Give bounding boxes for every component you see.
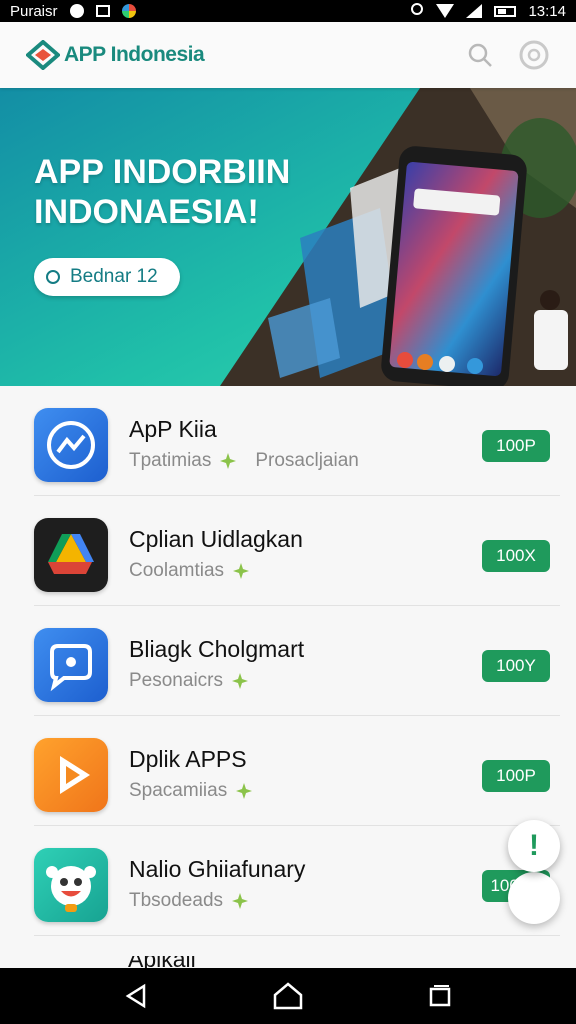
list-item[interactable]: Dplik APPS Spacamiias 100P	[34, 716, 560, 826]
messenger-icon	[34, 408, 108, 482]
search-button[interactable]	[464, 39, 496, 71]
notification-icon	[69, 4, 84, 18]
back-button[interactable]	[116, 976, 156, 1016]
wifi-icon	[436, 4, 455, 18]
list-item[interactable]: Bliagk Cholgmart Pesonaicrs 100Y	[34, 606, 560, 716]
app-category-label: Tbsodeads	[129, 890, 224, 911]
play-icon	[34, 738, 108, 812]
sparkle-icon	[220, 453, 237, 469]
recents-button[interactable]	[420, 976, 460, 1016]
sparkle-icon	[232, 893, 249, 909]
promo-banner[interactable]: APP INDORBIIN INDONAESIA! Bednar 12	[0, 88, 576, 386]
app-category: Spacamiias	[129, 780, 253, 802]
recents-icon	[429, 985, 451, 1007]
image-notification-icon	[95, 5, 110, 17]
app-category: Tbsodeads	[129, 890, 249, 912]
chrome-notification-icon	[121, 4, 136, 18]
app-name: Aplkaii	[128, 956, 268, 968]
battery-icon	[494, 5, 517, 17]
sparkle-icon	[232, 673, 248, 689]
cartoon-face-icon	[34, 848, 108, 922]
home-icon	[273, 982, 303, 1010]
price-button[interactable]: 100X	[482, 540, 550, 572]
app-name: Cplian Uidlagkan	[129, 526, 303, 552]
sparkle-icon	[236, 783, 253, 799]
app-header: APP Indonesia	[0, 22, 576, 88]
carrier-label: Puraisr	[10, 2, 58, 20]
app-category: Pesonaicrs	[129, 670, 249, 692]
banner-title: APP INDORBIIN INDONAESIA!	[34, 153, 291, 231]
app-category-label: Pesonaicrs	[129, 670, 223, 691]
sync-icon	[410, 2, 424, 20]
sparkle-icon	[233, 563, 250, 579]
clock-icon	[46, 270, 60, 284]
list-item-partial: Aplkaii	[128, 956, 268, 968]
alert-fab-button[interactable]: !	[508, 820, 560, 872]
list-item[interactable]: Cplian Uidlagkan Coolamtias 100X	[34, 496, 560, 606]
secondary-fab-button[interactable]	[508, 872, 560, 924]
app-category: Tpatimias Prosacljaian	[129, 450, 359, 472]
app-developer-label: Prosacljaian	[255, 450, 359, 471]
app-category: Coolamtias	[129, 560, 250, 582]
banner-artwork	[0, 88, 576, 386]
app-logo-icon	[24, 39, 62, 71]
app-category-label: Coolamtias	[129, 560, 225, 581]
app-name: ApP Kiia	[129, 416, 217, 442]
app-category-label: Spacamiias	[129, 780, 228, 801]
banner-cta-button[interactable]: Bednar 12	[34, 258, 180, 296]
app-name: Dplik APPS	[129, 746, 247, 772]
signal-icon	[466, 4, 483, 18]
status-bar: Puraisr 13:14	[0, 0, 576, 22]
profile-button[interactable]	[518, 39, 550, 71]
clock: 13:14	[528, 2, 566, 20]
price-button[interactable]: 100Y	[482, 650, 550, 682]
back-icon	[125, 983, 146, 1009]
exclamation-icon: !	[529, 829, 539, 862]
app-title: APP Indonesia	[64, 43, 205, 66]
banner-cta-label: Bednar 12	[70, 266, 158, 287]
app-name: Bliagk Cholgmart	[129, 636, 305, 662]
app-list: ApP Kiia Tpatimias Prosacljaian 100P Cpl…	[0, 386, 576, 968]
price-button[interactable]: 100P	[482, 760, 550, 792]
app-name: Nalio Ghiiafunary	[129, 856, 306, 882]
list-item[interactable]: ApP Kiia Tpatimias Prosacljaian 100P	[34, 386, 560, 496]
drive-triangle-icon	[34, 518, 108, 592]
profile-icon	[519, 40, 549, 70]
list-item[interactable]: Nalio Ghiiafunary Tbsodeads 100VS	[34, 826, 560, 936]
price-button[interactable]: 100P	[482, 430, 550, 462]
app-category-label: Tpatimias	[129, 450, 212, 471]
home-button[interactable]	[268, 976, 308, 1016]
navigation-bar	[0, 968, 576, 1024]
chat-bubble-icon	[34, 628, 108, 702]
search-icon	[468, 43, 492, 67]
